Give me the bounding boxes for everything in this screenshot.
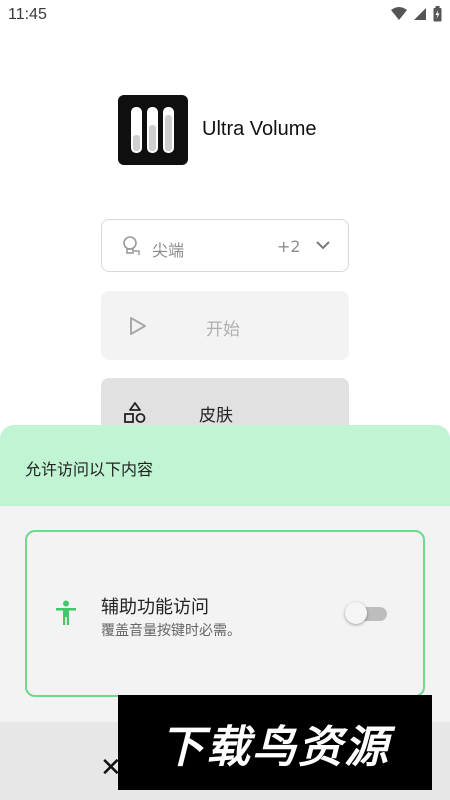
shapes-icon	[124, 402, 146, 423]
status-icons	[391, 6, 442, 22]
slider-logo-icon	[131, 107, 174, 153]
accessibility-toggle[interactable]	[345, 602, 387, 624]
status-bar: 11:45	[0, 0, 450, 32]
wifi-icon	[391, 7, 407, 20]
tips-selector[interactable]: 尖端 +2	[101, 219, 349, 272]
watermark-logo: 下载鸟资源	[118, 695, 432, 790]
sheet-header: 允许访问以下内容	[0, 425, 450, 506]
skin-label: 皮肤	[199, 406, 233, 426]
selector-label: 尖端	[152, 241, 185, 260]
start-label: 开始	[206, 320, 240, 340]
start-button[interactable]: 开始	[101, 291, 349, 360]
selector-count: +2	[277, 237, 301, 256]
app-name: Ultra Volume	[202, 118, 317, 140]
accessibility-icon	[56, 600, 76, 625]
chevron-down-icon[interactable]	[316, 240, 330, 250]
status-time: 11:45	[8, 6, 47, 23]
battery-icon	[433, 6, 442, 22]
signal-icon	[414, 8, 426, 20]
app-logo	[118, 95, 188, 165]
bulb-icon	[123, 236, 140, 255]
permission-title: 辅助功能访问	[101, 597, 209, 618]
sheet-title: 允许访问以下内容	[25, 460, 154, 479]
watermark-text: 下载鸟资源	[160, 721, 390, 773]
accessibility-permission-card[interactable]: 辅助功能访问 覆盖音量按键时必需。	[25, 530, 425, 697]
permission-description: 覆盖音量按键时必需。	[101, 623, 241, 639]
play-icon	[130, 317, 146, 335]
toggle-thumb	[345, 602, 367, 624]
